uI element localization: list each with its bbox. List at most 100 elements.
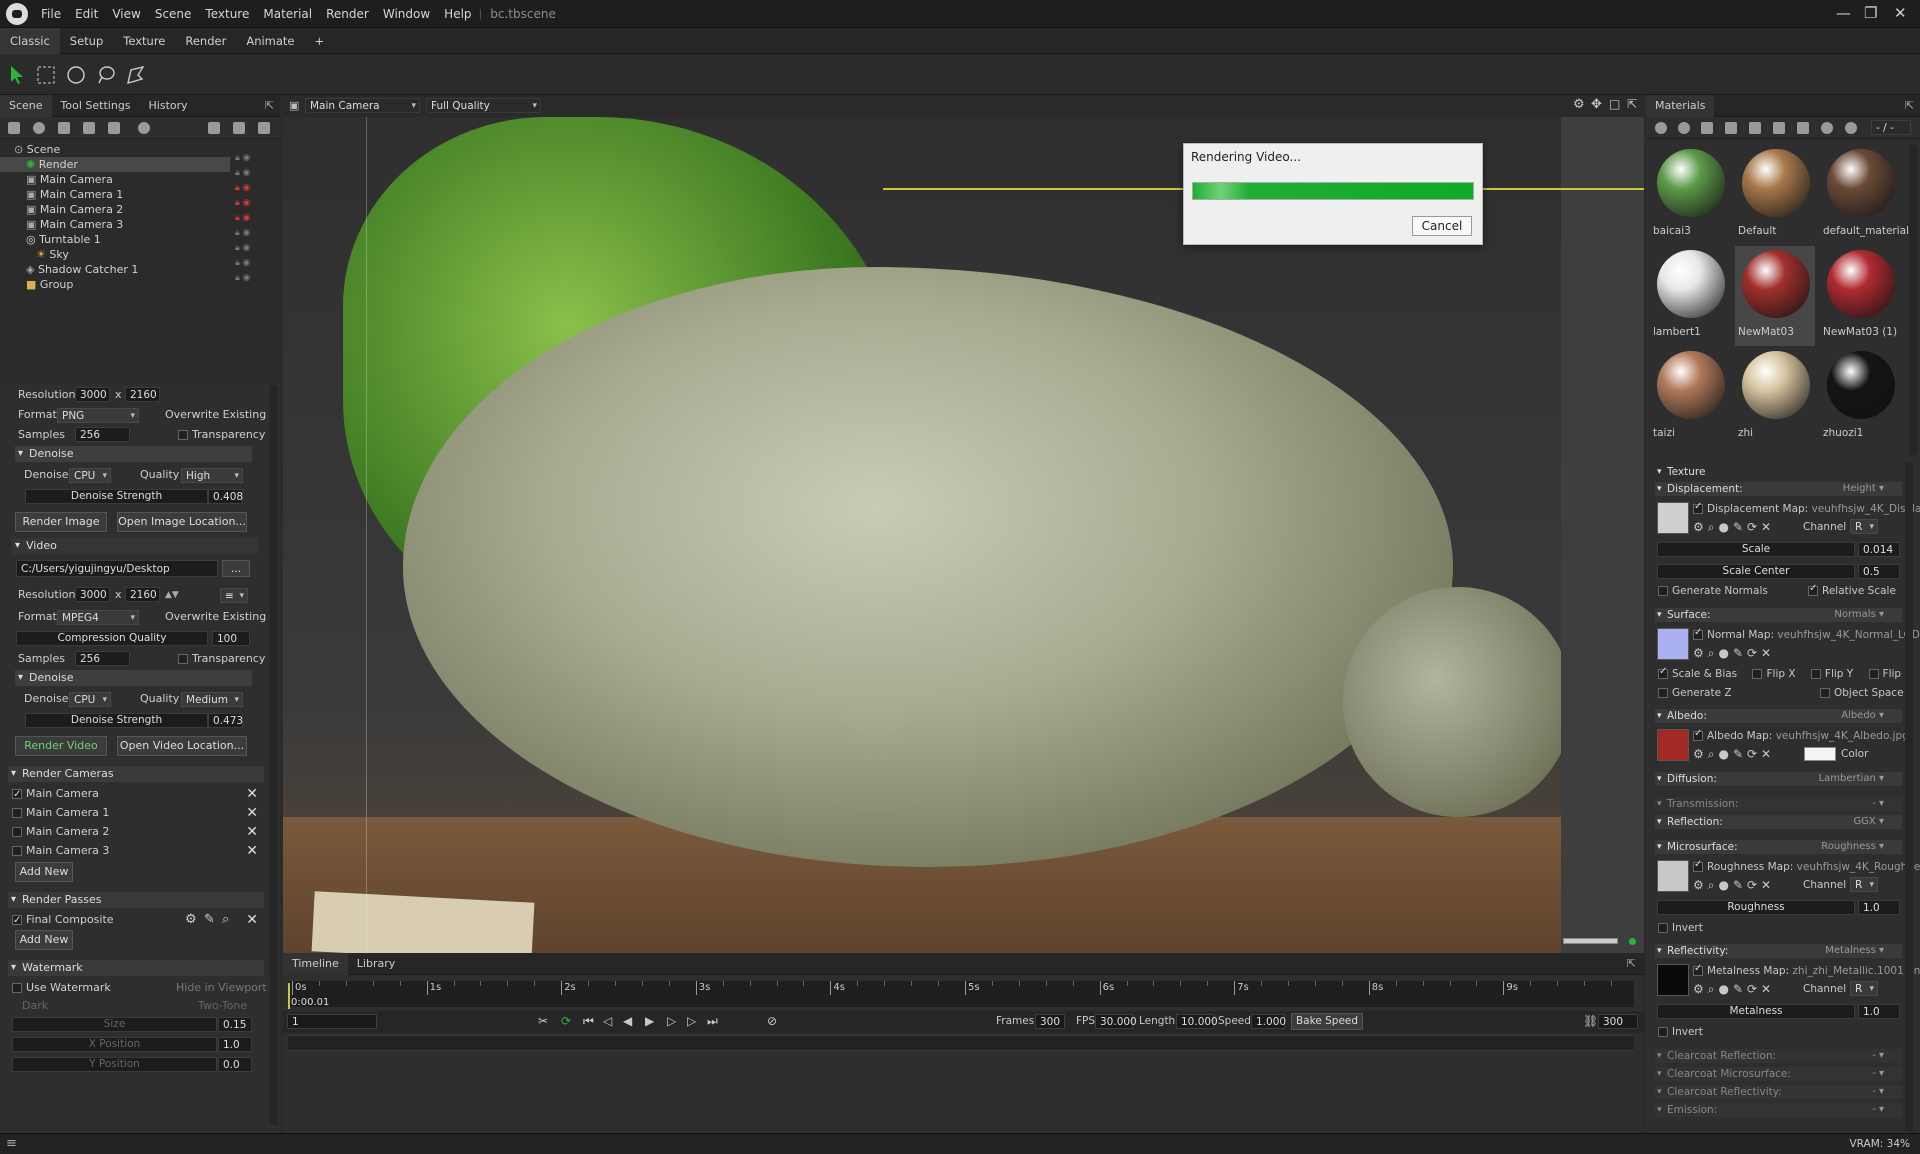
displacement-mode-dropdown[interactable]: Height bbox=[1843, 482, 1884, 496]
trash-icon[interactable] bbox=[258, 122, 270, 134]
step-forward-icon[interactable]: ▷ bbox=[667, 1014, 676, 1028]
material-tile[interactable]: lambert1 bbox=[1650, 246, 1730, 346]
viewport[interactable]: ▣ Main Camera Full Quality ⚙ ✥ □ ⇱ Rende… bbox=[283, 95, 1644, 953]
material-tile[interactable]: baicai3 bbox=[1650, 145, 1730, 245]
metalness-channel-dropdown[interactable]: R bbox=[1850, 981, 1878, 997]
render-camera-row[interactable]: Main Camera 1 ✕ bbox=[0, 804, 280, 822]
pencil-icon[interactable]: ✎ bbox=[204, 911, 215, 929]
length-field[interactable]: 10.000 bbox=[1176, 1014, 1218, 1029]
map-actions-icons[interactable]: ⚙⌕●✎⟳✕ bbox=[1693, 747, 1775, 762]
image-denoise-strength-slider[interactable]: Denoise Strength bbox=[25, 489, 208, 504]
texture-section[interactable]: Texture bbox=[1655, 465, 1902, 479]
lock-icon[interactable]: 🔒︎ ◉ bbox=[235, 228, 265, 243]
tab-scene[interactable]: Scene bbox=[0, 94, 52, 117]
material-scrollbar[interactable] bbox=[1909, 145, 1917, 455]
displacement-map-thumbnail[interactable] bbox=[1657, 502, 1689, 534]
watermark-y-slider[interactable]: Y Position bbox=[12, 1057, 217, 1072]
tab-library[interactable]: Library bbox=[348, 953, 404, 975]
displacement-channel-dropdown[interactable]: R bbox=[1850, 519, 1878, 535]
browse-button[interactable]: ... bbox=[222, 560, 250, 577]
tab-setup[interactable]: Setup bbox=[60, 28, 113, 54]
lock-icon[interactable]: 🔒︎ ◉ bbox=[235, 153, 265, 168]
image-denoise-device-dropdown[interactable]: CPU bbox=[69, 468, 111, 484]
video-section[interactable]: Video bbox=[12, 538, 258, 554]
diffusion-section[interactable]: Diffusion:Lambertian bbox=[1655, 772, 1902, 786]
watermark-section[interactable]: Watermark bbox=[8, 960, 264, 976]
viewport-scrollbar[interactable] bbox=[1563, 938, 1618, 944]
add-camera-icon[interactable] bbox=[58, 122, 70, 134]
albedo-map-thumbnail[interactable] bbox=[1657, 729, 1689, 761]
open-image-location-button[interactable]: Open Image Location... bbox=[117, 512, 247, 532]
watermark-size-slider[interactable]: Size bbox=[12, 1017, 217, 1032]
bake-speed-button[interactable]: Bake Speed bbox=[1291, 1013, 1363, 1030]
fullscreen-icon[interactable]: □ bbox=[1609, 97, 1620, 111]
preset-dropdown[interactable]: ≡ bbox=[220, 588, 248, 604]
flip-y-checkbox[interactable]: Flip Y bbox=[1810, 668, 1853, 680]
scale-bias-checkbox[interactable]: Scale & Bias bbox=[1658, 666, 1737, 680]
current-frame-field[interactable]: 1 bbox=[287, 1014, 377, 1029]
render-camera-row[interactable]: Main Camera 3 ✕ bbox=[0, 842, 280, 860]
material-tile[interactable]: NewMat03 bbox=[1735, 246, 1815, 346]
transmission-section[interactable]: Transmission:- bbox=[1655, 797, 1902, 811]
reflection-section[interactable]: Reflection:GGX bbox=[1655, 815, 1902, 829]
polygon-select-icon[interactable] bbox=[125, 64, 147, 86]
render-camera-row[interactable]: Main Camera✕ bbox=[0, 785, 280, 804]
minimize-icon[interactable]: — bbox=[1836, 4, 1851, 22]
tab-tool-settings[interactable]: Tool Settings bbox=[52, 95, 140, 117]
displacement-section[interactable]: Displacement:Height bbox=[1655, 482, 1902, 496]
tab-materials[interactable]: Materials bbox=[1646, 94, 1715, 117]
watermark-y-field[interactable]: 0.0 bbox=[218, 1057, 252, 1072]
video-format-dropdown[interactable]: MPEG4 bbox=[57, 610, 139, 626]
undock-icon[interactable]: ⇱ bbox=[265, 99, 274, 112]
menu-texture[interactable]: Texture bbox=[198, 7, 256, 21]
roughness-map-thumbnail[interactable] bbox=[1657, 860, 1689, 892]
render-pass-row[interactable]: Final Composite ⚙ ✎ ⌕ ✕ bbox=[0, 911, 280, 930]
playhead[interactable] bbox=[288, 983, 290, 1009]
tab-timeline[interactable]: Timeline bbox=[283, 952, 348, 975]
add-object-icon[interactable] bbox=[8, 122, 20, 134]
video-denoise-section[interactable]: Denoise bbox=[15, 670, 252, 686]
video-transparency-checkbox[interactable] bbox=[178, 654, 188, 664]
remove-icon[interactable]: ✕ bbox=[246, 804, 258, 822]
material-tile[interactable]: taizi bbox=[1650, 347, 1730, 447]
image-quality-dropdown[interactable]: High bbox=[181, 468, 243, 484]
tab-add[interactable]: + bbox=[305, 28, 335, 54]
frames-field[interactable]: 300 bbox=[1035, 1014, 1065, 1029]
overwrite-existing-label[interactable]: Overwrite Existing bbox=[165, 608, 266, 626]
resolution-width-field[interactable]: 3000 bbox=[75, 387, 110, 402]
video-path-field[interactable]: C:/Users/yigujingyu/Desktop bbox=[16, 560, 218, 577]
menu-scene[interactable]: Scene bbox=[148, 7, 199, 21]
select-arrow-icon[interactable] bbox=[6, 64, 28, 86]
relative-scale-row[interactable]: Relative Scale bbox=[1808, 583, 1896, 597]
tree-item-render[interactable]: ✺ Render bbox=[0, 157, 230, 172]
timeline-track[interactable] bbox=[288, 1035, 1634, 1051]
video-denoise-strength-slider[interactable]: Denoise Strength bbox=[25, 713, 208, 728]
step-back-icon[interactable]: ◁ bbox=[603, 1014, 612, 1028]
map-actions-icons[interactable]: ⚙⌕●✎⟳✕ bbox=[1693, 982, 1775, 997]
undock-icon[interactable]: ⇱ bbox=[1627, 97, 1637, 111]
lock-icon[interactable]: 🔒︎ ◉ bbox=[235, 258, 265, 273]
rect-select-icon[interactable] bbox=[35, 64, 57, 86]
map-actions-icons[interactable]: ⚙⌕●✎⟳✕ bbox=[1693, 646, 1775, 661]
microsurface-section[interactable]: Microsurface:Roughness bbox=[1655, 840, 1902, 854]
add-shadow-catcher-icon[interactable] bbox=[108, 122, 120, 134]
add-group-icon[interactable] bbox=[83, 122, 95, 134]
skip-end-icon[interactable]: ⏭ bbox=[707, 1014, 718, 1029]
material-tile[interactable]: NewMat03 (1) bbox=[1820, 246, 1900, 346]
stepper-icon[interactable]: ▲▼ bbox=[165, 586, 179, 604]
gear-icon[interactable]: ⚙ bbox=[185, 911, 197, 929]
video-denoise-device-dropdown[interactable]: CPU bbox=[69, 692, 111, 708]
normal-map-thumbnail[interactable] bbox=[1657, 628, 1689, 660]
image-denoise-strength-field[interactable]: 0.408 bbox=[208, 489, 243, 504]
settings-scrollbar[interactable] bbox=[270, 385, 278, 1125]
menu-view[interactable]: View bbox=[105, 7, 147, 21]
duplicate-icon[interactable] bbox=[233, 122, 245, 134]
image-denoise-section[interactable]: Denoise bbox=[15, 446, 252, 462]
play-icon[interactable]: ▶ bbox=[645, 1014, 654, 1028]
duplicate-material-icon[interactable] bbox=[1678, 122, 1690, 134]
image-format-dropdown[interactable]: PNG bbox=[57, 408, 139, 424]
reflectivity-section[interactable]: Reflectivity:Metalness bbox=[1655, 944, 1902, 958]
fps-field[interactable]: 30.000 bbox=[1095, 1014, 1137, 1029]
menu-help[interactable]: Help bbox=[437, 7, 478, 21]
add-camera-button[interactable]: Add New bbox=[15, 862, 73, 882]
